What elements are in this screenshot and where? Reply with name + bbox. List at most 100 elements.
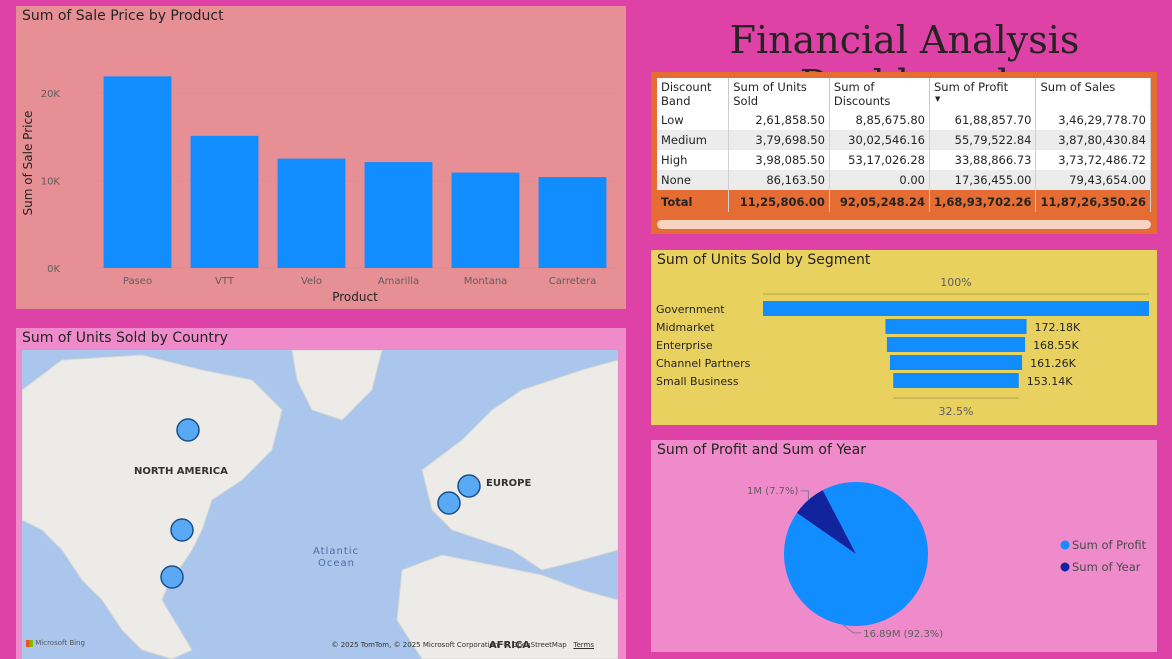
copyright-text: © 2025 TomTom, © 2025 Microsoft Corporat… [331, 641, 567, 649]
funnel-bar[interactable] [893, 373, 1019, 388]
funnel-bar[interactable] [886, 337, 1026, 352]
header-profit[interactable]: Sum of Profit ▼ [929, 78, 1037, 110]
total-cell: 92,05,248.24 [829, 190, 930, 212]
table-row[interactable]: None 86,163.50 0.00 17,36,455.00 79,43,6… [657, 170, 1151, 190]
funnel-bar[interactable] [889, 355, 1023, 370]
header-profit-label: Sum of Profit [933, 80, 1009, 94]
microsoft-logo-icon [26, 639, 33, 647]
x-tick-label: Amarilla [378, 276, 419, 287]
cell: None [657, 170, 730, 190]
cell: 30,02,546.16 [829, 130, 930, 150]
funnel-category-label: Small Business [656, 375, 739, 388]
header-units-sold[interactable]: Sum of Units Sold [728, 78, 830, 110]
pie-leader-line [800, 490, 809, 500]
horizontal-scrollbar[interactable] [657, 220, 1151, 229]
x-axis-title: Product [332, 290, 378, 304]
bar[interactable] [103, 76, 172, 268]
greenland-landmass [291, 350, 383, 421]
cell: 8,85,675.80 [829, 110, 930, 130]
legend-label[interactable]: Sum of Profit [1072, 538, 1147, 552]
funnel-category-label: Government [656, 303, 725, 316]
legend-label[interactable]: Sum of Year [1072, 560, 1141, 574]
cell: 3,79,698.50 [728, 130, 830, 150]
bar-chart-panel[interactable]: Sum of Sale Price by Product 0K 10K 20K Pas… [16, 6, 626, 309]
matrix-header-row: Discount Band Sum of Units Sold Sum of D… [657, 78, 1151, 110]
cell: 33,88,866.73 [929, 150, 1037, 170]
total-cell: 11,25,806.00 [728, 190, 830, 212]
bar[interactable] [451, 172, 520, 268]
country-bubble-germany[interactable] [457, 474, 481, 498]
header-sales[interactable]: Sum of Sales [1035, 78, 1151, 110]
map-label-europe: EUROPE [486, 478, 532, 489]
table-row[interactable]: High 3,98,085.50 53,17,026.28 33,88,866.… [657, 150, 1151, 170]
legend-marker [1060, 562, 1070, 572]
cell: 3,73,72,486.72 [1035, 150, 1151, 170]
bar[interactable] [364, 162, 433, 268]
map-title: Sum of Units Sold by Country [22, 330, 228, 346]
header-discounts[interactable]: Sum of Discounts [829, 78, 930, 110]
cell: 2,61,858.50 [728, 110, 830, 130]
funnel-value-label: 168.55K [1033, 339, 1079, 352]
map-label-atlantic: Atlantic [313, 546, 360, 557]
country-bubble-france[interactable] [437, 491, 461, 515]
funnel-bottom-label: 32.5% [939, 405, 974, 418]
y-tick-label: 20K [41, 89, 61, 100]
bing-logo: Microsoft Bing [26, 639, 85, 647]
map-canvas[interactable]: NORTH AMERICA EUROPE Atlantic Ocean AFRI… [22, 350, 618, 659]
table-row[interactable]: Medium 3,79,698.50 30,02,546.16 55,79,52… [657, 130, 1151, 150]
matrix-panel[interactable]: Discount Band Sum of Units Sold Sum of D… [651, 72, 1157, 234]
bar[interactable] [190, 135, 259, 268]
x-tick-label: Carretera [549, 276, 596, 287]
cell: 61,88,857.70 [929, 110, 1037, 130]
cell: 53,17,026.28 [829, 150, 930, 170]
map-label-north-america: NORTH AMERICA [134, 466, 228, 477]
country-bubble-mexico[interactable] [160, 565, 184, 589]
bar-chart[interactable]: 0K 10K 20K Paseo VTT Velo Amarilla Montana Carre… [16, 6, 626, 309]
funnel-value-label: 161.26K [1030, 357, 1076, 370]
pie-chart[interactable]: 16.89M (92.3%)1M (7.7%)Sum of ProfitSum … [651, 440, 1157, 652]
funnel-value-label: 172.18K [1035, 321, 1081, 334]
x-tick-label: Montana [464, 276, 508, 287]
sort-descending-icon: ▼ [934, 95, 941, 103]
pie-data-label: 1M (7.7%) [747, 486, 798, 497]
total-cell: 11,87,26,350.26 [1035, 190, 1151, 212]
funnel-chart[interactable]: 100% Government Midmarket 172.18K Enterprise… [651, 250, 1157, 425]
y-axis-title: Sum of Sale Price [21, 111, 35, 216]
europe-landmass [421, 359, 618, 571]
total-row: Total 11,25,806.00 92,05,248.24 1,68,93,… [657, 190, 1151, 212]
x-tick-label: Paseo [123, 276, 152, 287]
funnel-category-label: Channel Partners [656, 357, 751, 370]
cell: High [657, 150, 730, 170]
bar[interactable] [277, 158, 346, 268]
map-copyright: © 2025 TomTom, © 2025 Microsoft Corporat… [331, 641, 594, 649]
cell: 3,46,29,778.70 [1035, 110, 1151, 130]
funnel-top-label: 100% [940, 276, 971, 289]
country-bubble-canada[interactable] [176, 418, 200, 442]
funnel-value-label: 153.14K [1027, 375, 1073, 388]
total-cell: Total [657, 190, 730, 212]
funnel-bar[interactable] [885, 319, 1027, 334]
bing-text: Microsoft Bing [35, 639, 85, 647]
pie-leader-line [842, 624, 862, 634]
total-cell: 1,68,93,702.26 [929, 190, 1037, 212]
funnel-category-label: Midmarket [656, 321, 715, 334]
terms-link[interactable]: Terms [573, 641, 594, 649]
funnel-panel[interactable]: Sum of Units Sold by Segment 100% Governm… [651, 250, 1157, 425]
cell: 3,87,80,430.84 [1035, 130, 1151, 150]
bar[interactable] [538, 177, 607, 268]
header-discount-band[interactable]: Discount Band [657, 78, 730, 110]
pie-panel[interactable]: Sum of Profit and Sum of Year 16.89M (92… [651, 440, 1157, 652]
cell: Medium [657, 130, 730, 150]
cell: 17,36,455.00 [929, 170, 1037, 190]
table-row[interactable]: Low 2,61,858.50 8,85,675.80 61,88,857.70… [657, 110, 1151, 130]
map-panel[interactable]: Sum of Units Sold by Country NORTH AMERI… [16, 328, 626, 659]
cell: 55,79,522.84 [929, 130, 1037, 150]
pie-data-label: 16.89M (92.3%) [863, 629, 943, 640]
discount-band-matrix[interactable]: Discount Band Sum of Units Sold Sum of D… [657, 78, 1151, 212]
x-tick-label: Velo [301, 276, 322, 287]
y-tick-label: 10K [41, 177, 61, 188]
north-america-landmass [22, 354, 283, 659]
funnel-bar[interactable] [763, 301, 1149, 316]
funnel-category-label: Enterprise [656, 339, 713, 352]
country-bubble-usa[interactable] [170, 518, 194, 542]
